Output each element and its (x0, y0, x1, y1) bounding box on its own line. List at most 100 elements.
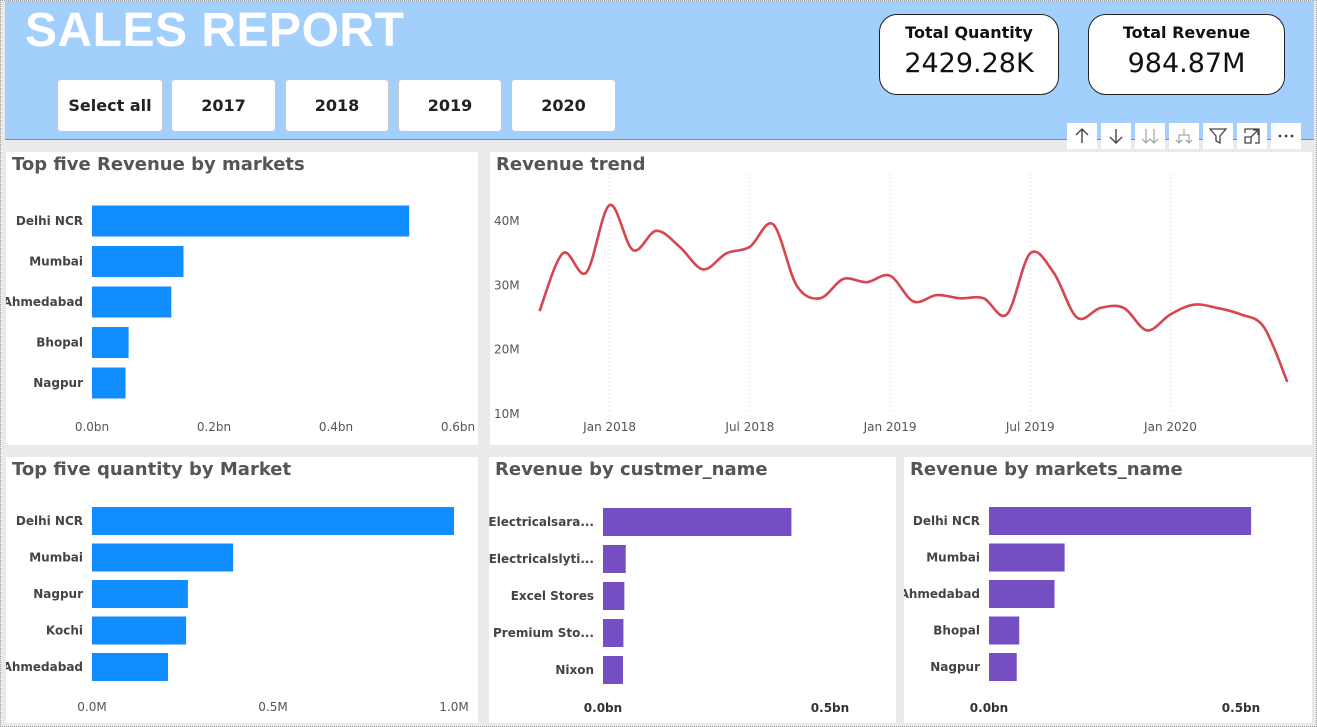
category-label: Bhopal (933, 624, 980, 638)
category-label: Delhi NCR (16, 214, 83, 228)
x-tick-label: 0.0bn (584, 701, 622, 715)
x-tick-label: 0.0bn (75, 420, 109, 434)
bar (603, 508, 792, 536)
drill-up-button[interactable] (1067, 123, 1097, 149)
focus-mode-button[interactable] (1237, 123, 1267, 149)
arrow-down-icon (1109, 129, 1123, 144)
bar (92, 653, 169, 681)
category-label: Excel Stores (511, 589, 594, 603)
visual-revenue-by-markets-name[interactable]: Revenue by markets_name Delhi NCR Mumbai A… (904, 457, 1312, 723)
x-tick-label: 0.5M (258, 700, 287, 714)
slicer-2017-button[interactable]: 2017 (171, 79, 276, 132)
focus-mode-icon (1244, 128, 1260, 144)
report-canvas: SALES REPORT Select all 2017 2018 2019 2… (0, 0, 1317, 727)
category-label: Nixon (555, 663, 594, 677)
x-tick-label: 0.0M (77, 700, 106, 714)
slicer-2020-button[interactable]: 2020 (511, 79, 616, 132)
kpi-label: Total Revenue (1122, 23, 1251, 42)
bar (989, 616, 1020, 645)
bar (603, 656, 623, 684)
category-label: Mumbai (926, 551, 980, 565)
visual-revenue-by-customer[interactable]: Revenue by custmer_name Electricalsara..… (489, 457, 896, 723)
category-label: Ahmedabad (904, 587, 980, 601)
kpi-value: 984.87M (1127, 48, 1246, 79)
x-tick-label: Jul 2018 (724, 420, 774, 434)
bar (603, 582, 625, 610)
category-label: Delhi NCR (16, 514, 83, 528)
filter-button[interactable] (1203, 123, 1233, 149)
category-label: Electricalsara... (489, 515, 594, 529)
y-tick-label: 10M (494, 407, 520, 421)
category-label: Mumbai (29, 255, 83, 269)
category-label: Bhopal (36, 336, 83, 350)
x-tick-label: 0.0bn (970, 701, 1008, 715)
revenue-series-line (538, 203, 1289, 383)
kpi-label: Total Quantity (905, 23, 1033, 42)
bar (92, 367, 126, 399)
arrow-up-icon (1075, 128, 1089, 143)
x-tick-label: Jan 2019 (863, 420, 917, 434)
slicer-select-all-button[interactable]: Select all (57, 79, 163, 132)
category-label: Electricalslyti... (489, 552, 594, 566)
more-options-icon (1278, 134, 1294, 138)
bar (92, 580, 188, 608)
y-tick-label: 30M (494, 278, 520, 292)
x-tick-label: 0.5bn (811, 701, 849, 715)
kpi-card-total-revenue: Total Revenue 984.87M (1088, 14, 1285, 95)
bar (92, 616, 187, 645)
filter-icon (1209, 128, 1227, 145)
x-tick-label: Jan 2018 (582, 420, 636, 434)
category-label: Nagpur (930, 660, 980, 674)
bar (92, 205, 410, 237)
expand-hierarchy-button[interactable] (1169, 123, 1199, 149)
x-tick-label: Jan 2020 (1143, 420, 1197, 434)
slicer-2019-button[interactable]: 2019 (398, 79, 502, 132)
x-tick-label: 0.5bn (1222, 701, 1260, 715)
slicer-2018-button[interactable]: 2018 (285, 79, 389, 132)
x-tick-label: Jul 2019 (1005, 420, 1055, 434)
bar (92, 543, 234, 572)
bar (92, 246, 184, 277)
bar (603, 545, 626, 573)
category-label: Nagpur (33, 376, 83, 390)
visual-top-quantity-by-market[interactable]: Top five quantity by Market Delhi NCR Mum… (6, 457, 478, 723)
more-options-button[interactable] (1271, 123, 1301, 149)
bar (989, 580, 1055, 608)
y-tick-label: 40M (494, 214, 520, 228)
bar (92, 286, 172, 318)
x-tick-label: 1.0M (439, 700, 468, 714)
report-header: SALES REPORT Select all 2017 2018 2019 2… (5, 1, 1314, 140)
x-tick-label: 0.6bn (441, 420, 475, 434)
kpi-value: 2429.28K (904, 48, 1034, 79)
category-label: Nagpur (33, 587, 83, 601)
visual-revenue-trend[interactable]: Revenue trend Jan 2018 Jul 2018 Jan 2019 Ju… (490, 152, 1312, 445)
bar (989, 543, 1065, 572)
category-label: Mumbai (29, 551, 83, 565)
next-level-button[interactable] (1135, 123, 1165, 149)
category-label: Kochi (46, 624, 83, 638)
visual-header-toolbar (1067, 123, 1301, 149)
category-label: Ahmedabad (6, 660, 83, 674)
visual-top-revenue-by-markets[interactable]: Top five Revenue by markets Delhi NCR Mum… (6, 152, 478, 445)
bar (92, 507, 454, 535)
bar (989, 507, 1252, 535)
x-tick-label: 0.4bn (319, 420, 353, 434)
bar (603, 619, 624, 647)
category-label: Premium Sto... (493, 626, 594, 640)
category-label: Delhi NCR (913, 514, 980, 528)
bar (989, 653, 1017, 681)
bar (92, 327, 129, 358)
kpi-card-total-quantity: Total Quantity 2429.28K (879, 14, 1059, 95)
report-title: SALES REPORT (25, 4, 405, 57)
drill-down-button[interactable] (1101, 123, 1131, 149)
bar-chart-quantity-market: Delhi NCR Mumbai Nagpur Kochi Ahmedabad 0.0M 0… (6, 507, 469, 714)
x-tick-label: 0.2bn (197, 420, 231, 434)
line-chart-revenue-trend: Jan 2018 Jul 2018 Jan 2019 Jul 2019 Jan 2020… (494, 174, 1289, 434)
y-tick-label: 20M (494, 343, 520, 357)
bar-chart-revenue-markets-name: Delhi NCR Mumbai Ahmedabad Bhopal Nagpur 0.0b… (904, 507, 1260, 715)
category-label: Ahmedabad (6, 295, 83, 309)
expand-hierarchy-icon (1175, 129, 1193, 144)
bar-chart-revenue-customer: Electricalsara... Electricalslyti... Excel… (489, 508, 849, 715)
bar-chart-revenue-markets: Delhi NCR Mumbai Ahmedabad Bhopal Nagpur 0.0b… (6, 205, 475, 434)
double-down-arrows-icon (1141, 129, 1159, 144)
